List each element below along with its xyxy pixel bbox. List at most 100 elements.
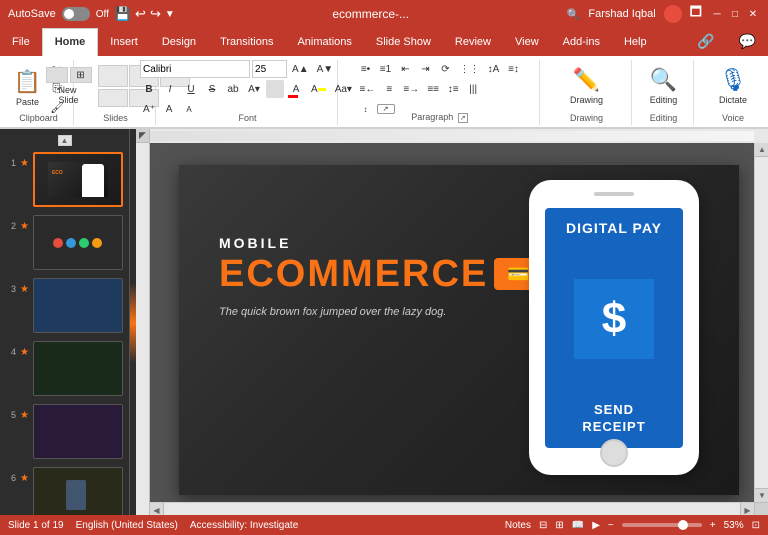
editing-group-label: Editing [650,113,678,123]
slide-star-1: ★ [20,158,29,169]
view-slide-sorter-button[interactable]: ⊞ [555,520,563,531]
strikethrough-button[interactable]: S [203,80,221,98]
slide-viewport[interactable]: MOBILE ECOMMERCE 💳 The quick brown fox j… [150,143,768,516]
maximize-button[interactable]: □ [728,7,742,21]
smart-art-convert[interactable]: ⟳ [437,60,455,78]
tab-view[interactable]: View [503,28,551,56]
slide-thumb-5[interactable]: 5 ★ [4,402,125,461]
drawing-button[interactable]: ✏️ Drawing [566,60,607,112]
justify-button[interactable]: ≡≡ [424,80,442,98]
tab-animations[interactable]: Animations [285,28,363,56]
align-left-button[interactable]: ≡← [357,80,379,98]
slide-number-4: 4 [6,347,16,357]
dictate-button[interactable]: 🎙 Dictate [715,60,751,112]
add-remove-columns[interactable]: ||| [464,80,482,98]
save-icon[interactable]: 💾 [115,6,131,22]
highlight-color-button[interactable]: A [308,80,329,98]
font-color-button[interactable]: A [287,80,305,98]
italic-button[interactable]: I [161,80,179,98]
font-name-input[interactable] [140,60,250,78]
slide-thumb-6[interactable]: 6 ★ [4,465,125,516]
tab-file[interactable]: File [0,28,42,56]
scrollbar-corner [754,502,768,516]
minimize-button[interactable]: ─ [710,7,724,21]
shadow-button[interactable]: ab [224,80,242,98]
decrease-indent-button[interactable]: ⇤ [397,60,415,78]
tab-review[interactable]: Review [443,28,503,56]
comment-icon[interactable]: 💬 [727,28,768,56]
increase-indent-button[interactable]: ⇥ [417,60,435,78]
slide-thumb-2[interactable]: 2 ★ [4,213,125,272]
text-direction-button[interactable]: ↕A [485,60,503,78]
paragraph-dialog-launcher-icon[interactable]: ↗ [458,113,468,123]
user-avatar [664,5,682,23]
para-spacing[interactable]: ↕ [357,100,375,118]
ruler-corner[interactable]: ◤ [136,129,150,143]
slide-panel-scroll-up[interactable]: ▲ [58,135,72,146]
drawing-icon: ✏️ [573,67,600,93]
numbering-button[interactable]: ≡1 [377,60,395,78]
close-button[interactable]: ✕ [746,7,760,21]
zoom-slider[interactable] [622,523,702,527]
fit-to-window-button[interactable]: ⊡ [752,520,760,531]
slide-thumb-1[interactable]: 1 ★ ECO [4,150,125,209]
view-slideshow-button[interactable]: ▶ [592,520,600,531]
font-size-input[interactable] [252,60,287,78]
slide-thumb-3[interactable]: 3 ★ [4,276,125,335]
para-dialog-launcher[interactable]: ↗ [377,104,395,114]
slide-panel[interactable]: ▲ 1 ★ ECO 2 ★ [0,129,130,516]
tab-insert[interactable]: Insert [98,28,150,56]
line-spacing-button[interactable]: ↕≡ [444,80,462,98]
align-right-button[interactable]: ≡→ [400,80,422,98]
tab-slideshow[interactable]: Slide Show [364,28,443,56]
zoom-out-button[interactable]: − [608,520,614,531]
bullets-button[interactable]: ≡• [357,60,375,78]
phone-screen: DIGITAL PAY $ SEND RECEIPT [545,208,683,448]
customize-icon[interactable]: ▼ [165,9,175,20]
view-reading-button[interactable]: 📖 [572,520,584,531]
char-spacing-button[interactable]: A▾ [245,80,263,98]
status-right: Notes ⊟ ⊞ 📖 ▶ − + 53% ⊡ [505,520,760,531]
accessibility-info[interactable]: Accessibility: Investigate [190,520,298,531]
tab-transitions[interactable]: Transitions [208,28,285,56]
align-center-button[interactable]: ≡ [380,80,398,98]
bold-button[interactable]: B [140,80,158,98]
undo-icon[interactable]: ↩ [135,6,146,22]
font-row-2: B I U S ab A▾ A A Aa▾ [140,80,355,98]
notes-button[interactable]: Notes [505,520,531,531]
horizontal-scrollbar[interactable]: ◀ ▶ [150,502,754,516]
scroll-up-button[interactable]: ▲ [755,143,768,157]
share-icon[interactable]: 🔗 [685,28,726,56]
scroll-down-button[interactable]: ▼ [755,488,768,502]
font-size-large[interactable]: A [160,100,178,118]
autosave-toggle[interactable] [62,7,90,21]
slide-and-ruler: MOBILE ECOMMERCE 💳 The quick brown fox j… [136,143,768,516]
tab-home[interactable]: Home [42,28,99,56]
redo-icon[interactable]: ↪ [150,6,161,22]
zoom-in-button[interactable]: + [710,520,716,531]
view-normal-button[interactable]: ⊟ [539,520,547,531]
mobile-label: MOBILE [219,235,544,251]
slide-number-1: 1 [6,158,16,168]
vertical-scrollbar[interactable]: ▲ ▼ [754,143,768,502]
tab-help[interactable]: Help [612,28,659,56]
zoom-level[interactable]: 53% [724,520,744,531]
file-name: ecommerce-... [332,7,409,21]
underline-button[interactable]: U [182,80,200,98]
new-slide-button[interactable]: ⊞ New Slide [42,60,96,112]
increase-font-button[interactable]: A▲ [289,60,312,78]
font-clear-format[interactable]: A⁺ [140,100,158,118]
tab-addins[interactable]: Add-ins [551,28,612,56]
editing-button[interactable]: 🔍 Editing [646,60,682,112]
decrease-font-button[interactable]: A▼ [314,60,337,78]
font-size-small[interactable]: A [180,100,198,118]
tab-design[interactable]: Design [150,28,208,56]
slide-thumb-4[interactable]: 4 ★ [4,339,125,398]
align-text-button[interactable]: ≡↕ [505,60,523,78]
search-icon[interactable]: 🔍 [567,8,581,21]
paste-button[interactable]: 📋 Paste [10,62,45,114]
ribbon-display-toggle[interactable]: 🗖 [690,3,702,25]
columns-button[interactable]: ⋮⋮ [457,60,483,78]
slide-canvas[interactable]: MOBILE ECOMMERCE 💳 The quick brown fox j… [179,165,739,495]
status-left: Slide 1 of 19 English (United States) Ac… [8,520,298,531]
